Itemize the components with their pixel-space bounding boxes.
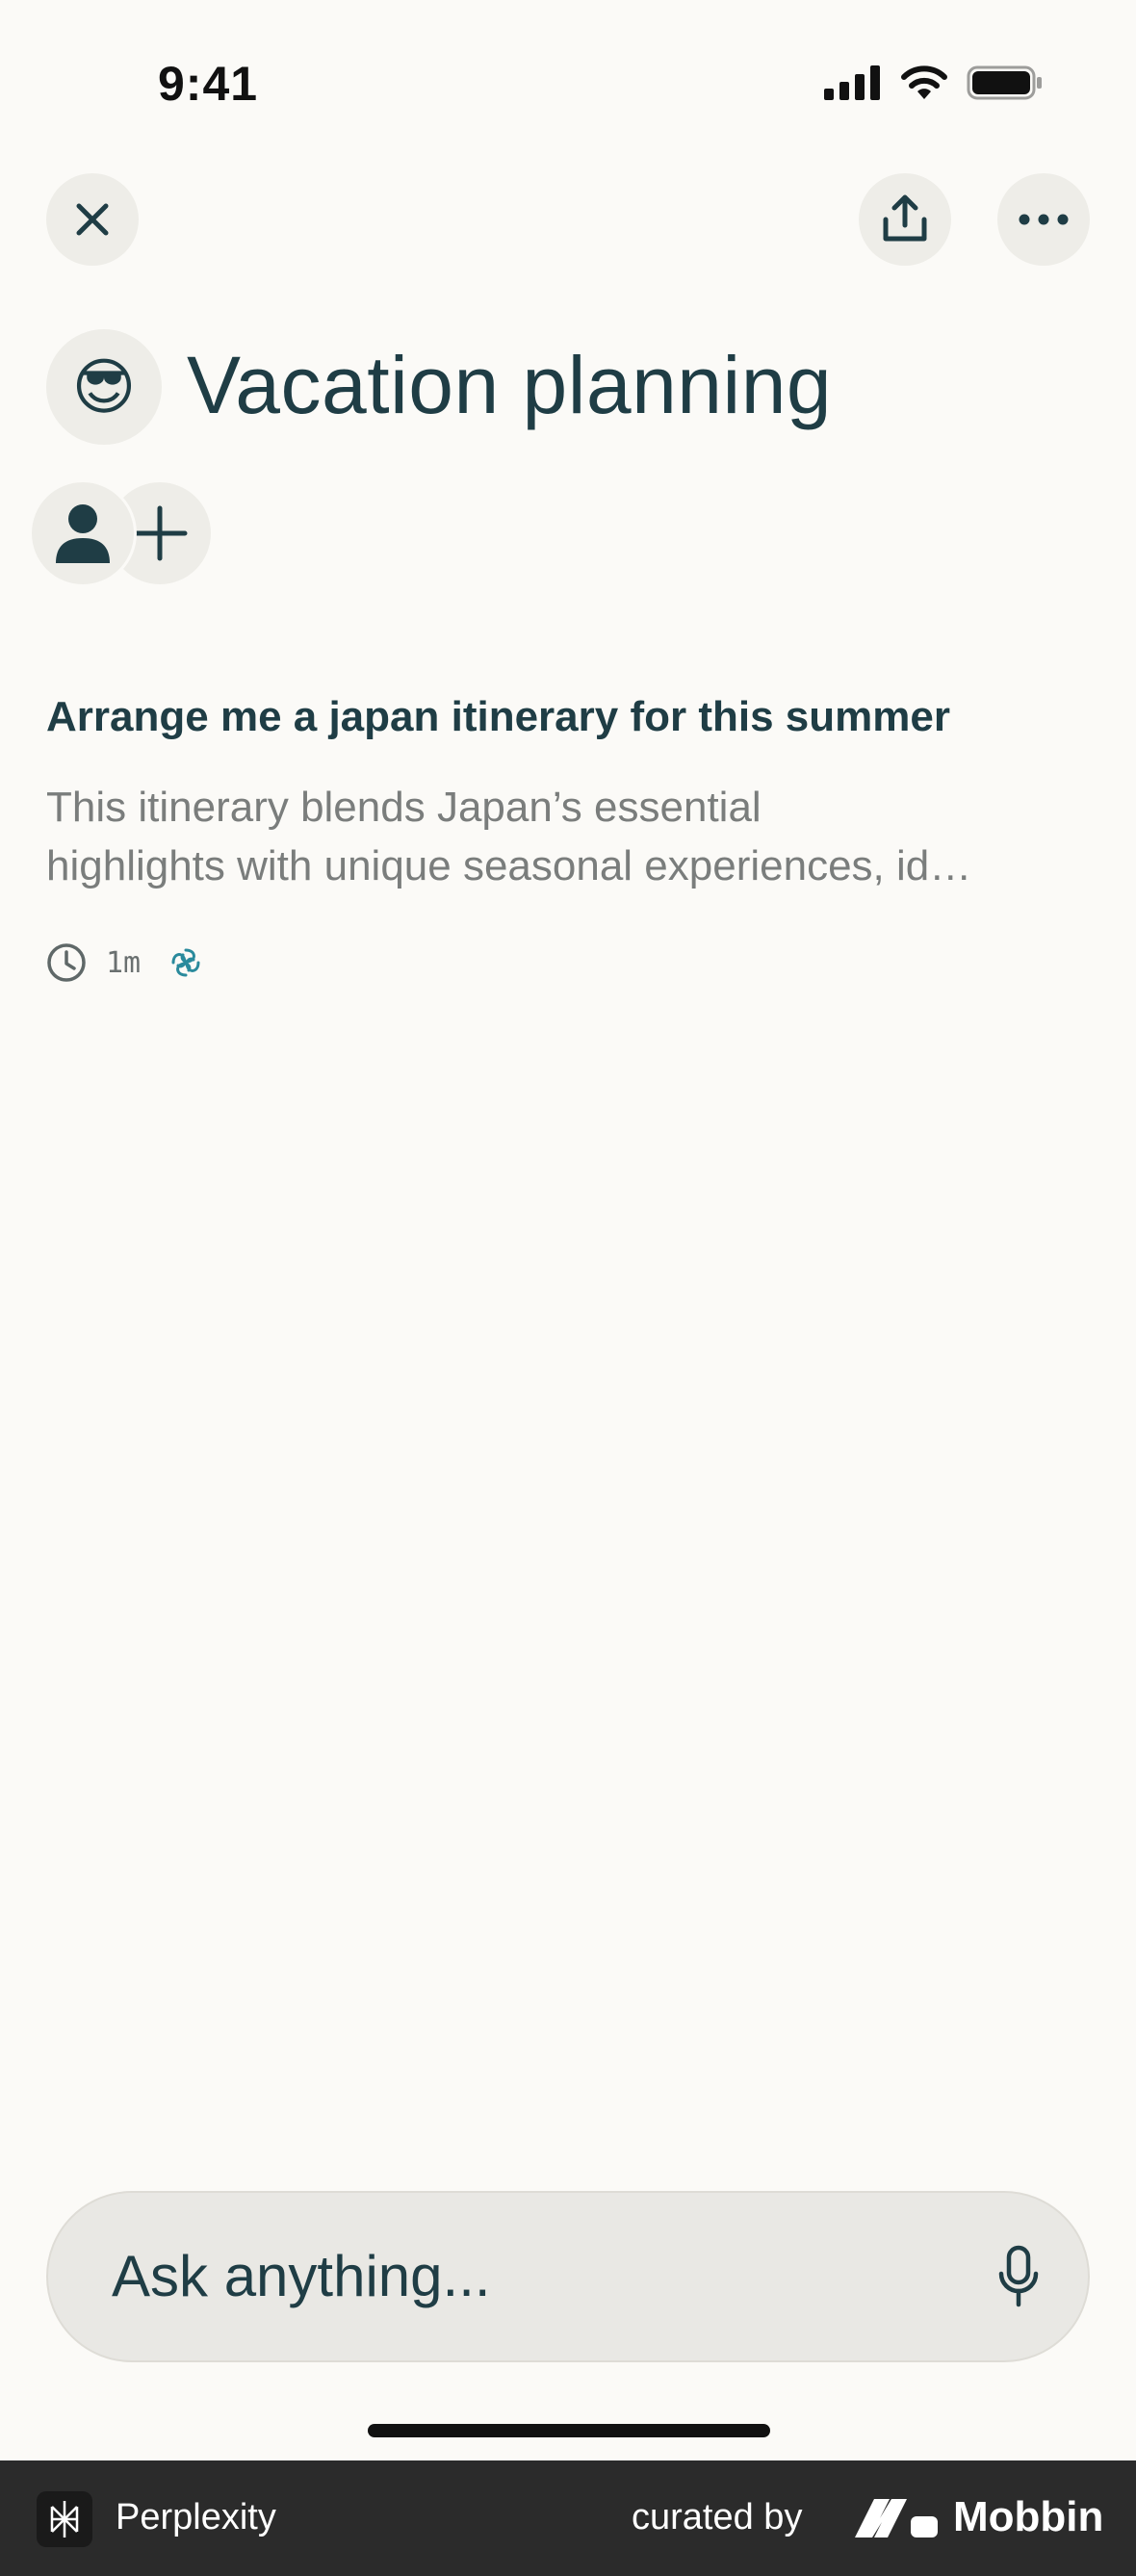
collaborator-avatar[interactable] — [29, 479, 137, 587]
status-time: 9:41 — [158, 57, 259, 111]
space-emoji-button[interactable]: 😎 — [46, 329, 162, 445]
battery-icon — [967, 65, 1042, 100]
space-emoji: 😎 — [71, 352, 137, 422]
thread-time: 1m — [106, 945, 142, 980]
home-indicator — [368, 2424, 770, 2437]
perplexity-logo-icon — [37, 2491, 92, 2547]
plus-icon — [132, 505, 188, 561]
signal-icon — [824, 65, 880, 100]
footer-brand: Mobbin — [953, 2493, 1104, 2540]
thread-snippet-line: This itinerary blends Japan’s essential — [46, 784, 762, 831]
page-title: Vacation planning — [187, 340, 833, 430]
footer-curated-by: curated by — [632, 2497, 803, 2537]
close-icon — [76, 203, 109, 236]
model-spiral-icon — [171, 948, 200, 977]
mobbin-logo-icon — [855, 2499, 938, 2537]
person-icon — [56, 504, 110, 563]
ask-input-placeholder: Ask anything... — [112, 2244, 491, 2308]
thread-title: Arrange me a japan itinerary for this su… — [46, 693, 950, 740]
footer-app-name: Perplexity — [116, 2497, 276, 2537]
ask-input[interactable]: Ask anything... — [46, 2191, 1090, 2362]
microphone-icon — [998, 2245, 1039, 2307]
microphone-button[interactable] — [997, 2245, 1040, 2313]
share-button[interactable] — [859, 173, 951, 266]
more-button[interactable] — [997, 173, 1090, 266]
close-button[interactable] — [46, 173, 139, 266]
thread-snippet: This itinerary blends Japan’s essential … — [46, 778, 1090, 895]
thread-meta: 1m — [46, 940, 202, 986]
more-icon — [1019, 214, 1069, 225]
share-icon — [883, 194, 927, 242]
attribution-footer: Perplexity curated by Mobbin — [0, 2460, 1136, 2576]
wifi-icon — [901, 65, 947, 99]
status-icons — [824, 64, 1044, 102]
clock-icon — [47, 943, 86, 982]
thread-snippet-line: highlights with unique seasonal experien… — [46, 842, 972, 889]
